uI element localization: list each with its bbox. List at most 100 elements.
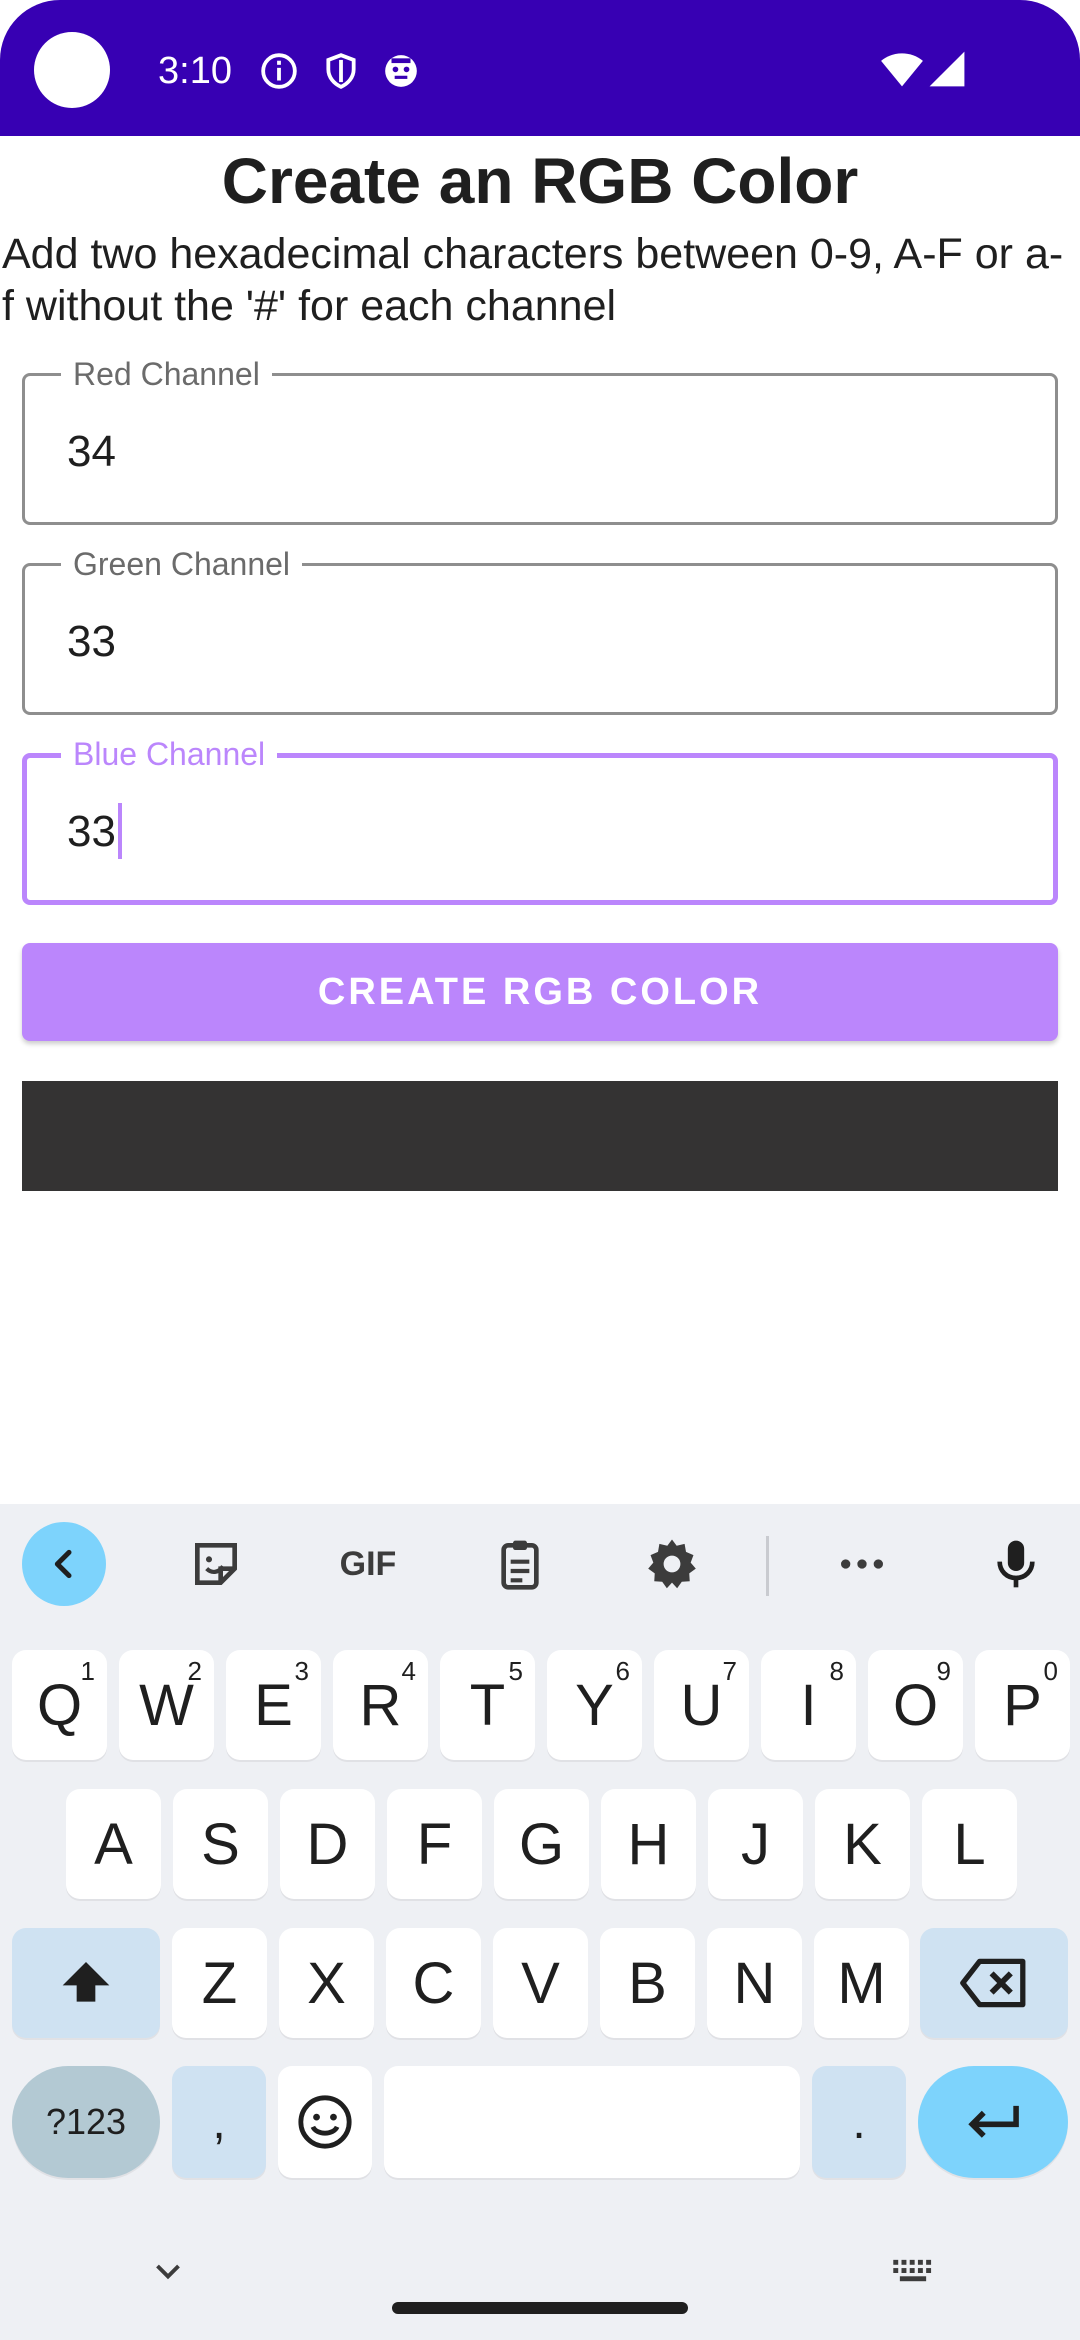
key-i[interactable]: I8 [761,1650,856,1760]
key-b[interactable]: B [600,1928,695,2038]
key-p[interactable]: P0 [975,1650,1070,1760]
key-g[interactable]: G [494,1789,589,1899]
blue-channel-value: 33 [67,807,116,856]
more-button[interactable] [820,1522,904,1606]
enter-key[interactable] [918,2066,1068,2178]
key-label: H [627,1811,670,1877]
key-hint: 1 [80,1656,95,1686]
key-t[interactable]: T5 [440,1650,535,1760]
key-label: P [1003,1672,1042,1738]
soft-keyboard [0,1504,1080,2340]
wifi-icon [881,53,923,87]
settings-button[interactable] [630,1522,714,1606]
key-hint: 7 [722,1656,737,1686]
key-label: M [837,1950,886,2016]
key-c[interactable]: C [386,1928,481,2038]
key-u[interactable]: U7 [654,1650,749,1760]
key-d[interactable]: D [280,1789,375,1899]
key-label: X [307,1950,346,2016]
page-title: Create an RGB Color [221,145,859,217]
key-z[interactable]: Z [172,1928,267,2038]
key-label: S [201,1811,240,1877]
key-label: U [680,1672,723,1738]
key-l[interactable]: L [922,1789,1017,1899]
key-f[interactable]: F [387,1789,482,1899]
voice-input-button[interactable] [974,1522,1058,1606]
sticker-button[interactable] [174,1522,258,1606]
sticker-icon [195,1543,237,1585]
more-icon [841,1559,883,1569]
key-label: Z [201,1950,238,2016]
key-y[interactable]: Y6 [547,1650,642,1760]
key-m[interactable]: M [814,1928,909,2038]
green-channel-field[interactable]: Green Channel 33 [22,544,1058,715]
key-label: R [359,1672,402,1738]
key-k[interactable]: K [815,1789,910,1899]
mic-icon [997,1540,1035,1588]
key-n[interactable]: N [707,1928,802,2038]
text-cursor [117,803,122,860]
key-label: Y [575,1672,614,1738]
clipboard-button[interactable] [478,1522,562,1606]
key-o[interactable]: O9 [868,1650,963,1760]
key-label: W [139,1672,194,1738]
shift-key[interactable] [12,1928,160,2038]
blue-channel-input[interactable]: 33 [67,803,122,860]
key-label: K [843,1811,882,1877]
gear-icon [648,1539,696,1589]
comma-key[interactable]: , [172,2066,266,2178]
key-label: G [518,1811,565,1877]
red-channel-input[interactable]: 34 [67,426,116,478]
key-label: N [733,1950,776,2016]
space-key[interactable] [384,2066,800,2178]
green-channel-label: Green Channel [61,544,303,584]
symbols-key[interactable]: ?123 [12,2066,160,2178]
keyboard-back-button[interactable] [22,1522,106,1606]
key-label: T [469,1672,506,1738]
key-q[interactable]: Q1 [12,1650,107,1760]
key-r[interactable]: R4 [333,1650,428,1760]
blue-channel-label: Blue Channel [61,734,278,774]
key-label: L [953,1811,986,1877]
red-channel-label: Red Channel [61,354,272,394]
key-hint: 2 [187,1656,202,1686]
chevron-left-icon [54,1549,72,1579]
key-h[interactable]: H [601,1789,696,1899]
key-a[interactable]: A [66,1789,161,1899]
key-j[interactable]: J [708,1789,803,1899]
key-label: J [741,1811,770,1877]
key-e[interactable]: E3 [226,1650,321,1760]
signal-icon [929,51,965,87]
keyboard-switch-icon[interactable] [890,2256,936,2290]
period-key[interactable]: . [812,2066,906,2178]
robot-icon [385,55,417,87]
green-channel-input[interactable]: 33 [67,616,116,668]
blue-channel-field[interactable]: Blue Channel 33 [22,734,1058,905]
shift-icon [62,1962,110,2002]
key-v[interactable]: V [493,1928,588,2038]
create-rgb-color-button[interactable]: CREATE RGB COLOR [22,943,1058,1041]
emoji-key[interactable] [278,2066,372,2178]
home-indicator[interactable] [392,2302,688,2314]
chevron-down-icon[interactable] [150,2254,186,2290]
red-channel-field[interactable]: Red Channel 34 [22,354,1058,525]
instructions-text: Add two hexadecimal characters between 0… [2,230,1064,330]
key-label: O [892,1672,939,1738]
key-x[interactable]: X [279,1928,374,2038]
key-label: E [254,1672,293,1738]
key-s[interactable]: S [173,1789,268,1899]
key-label: D [306,1811,349,1877]
emoji-icon [298,2095,352,2149]
backspace-key[interactable] [920,1928,1068,2038]
key-hint: 3 [294,1656,309,1686]
gif-button[interactable]: GIF [326,1522,410,1606]
key-w[interactable]: W2 [119,1650,214,1760]
key-hint: 4 [401,1656,416,1686]
camera-cutout [34,32,110,108]
key-label: A [94,1811,133,1877]
clipboard-icon [501,1540,539,1590]
color-preview [22,1081,1058,1191]
key-label: Q [36,1672,83,1738]
key-label: I [800,1672,817,1738]
key-label: V [521,1950,560,2016]
